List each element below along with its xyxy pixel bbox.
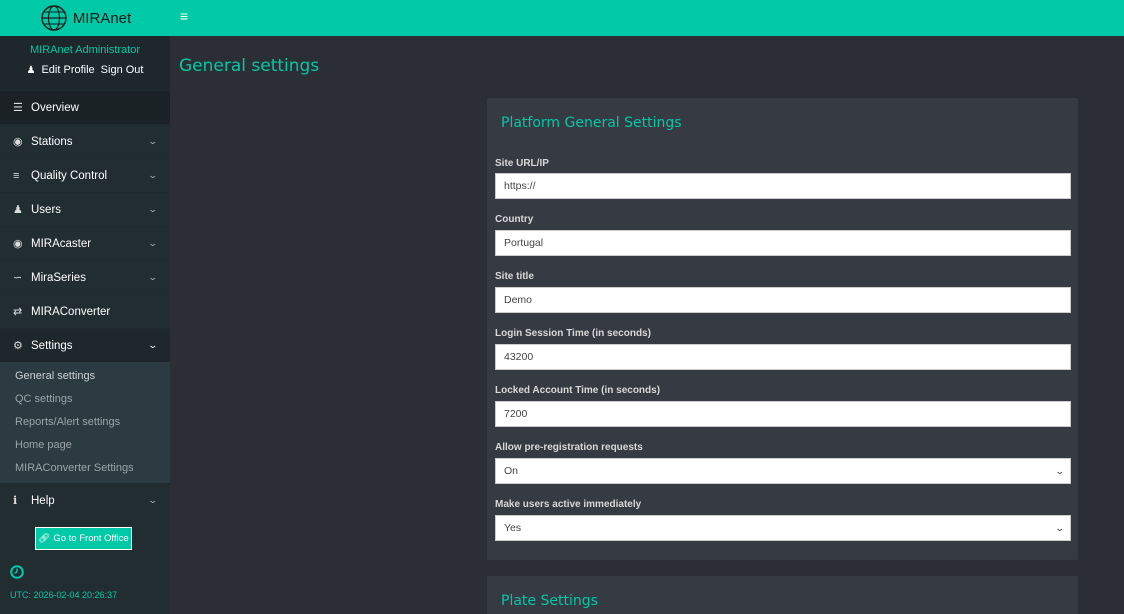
- chevron-down-icon: ⌄: [147, 495, 159, 505]
- card-title: Plate Settings: [501, 593, 598, 609]
- sidebar-item-label: Settings: [31, 339, 73, 352]
- user-icon: ♟: [26, 64, 36, 76]
- country-label: Country: [495, 214, 534, 225]
- chevron-down-icon: ⌄: [147, 170, 159, 180]
- chart-line-icon: ∽: [13, 272, 23, 284]
- sidebar: MIRAnet MIRAnet Administrator ♟ Edit Pro…: [0, 0, 170, 614]
- top-navbar: ≡: [170, 0, 1124, 36]
- plate-settings-card: Plate Settings: [487, 576, 1078, 614]
- sidebar-item-miraconverter[interactable]: ⇄ MIRAConverter: [0, 294, 170, 328]
- allow-pre-registration-label: Allow pre-registration requests: [495, 442, 643, 453]
- login-session-time-label: Login Session Time (in seconds): [495, 328, 651, 339]
- globe-icon: [41, 5, 67, 31]
- sidebar-item-label: MIRAConverter: [31, 305, 111, 318]
- sidebar-item-quality-control[interactable]: ≡ Quality Control ⌄: [0, 158, 170, 192]
- hamburger-menu-icon[interactable]: ≡: [180, 8, 188, 24]
- users-icon: ♟: [13, 204, 23, 216]
- platform-general-settings-card: Platform General Settings Site URL/IP ht…: [487, 98, 1078, 560]
- site-title-input[interactable]: Demo: [495, 287, 1071, 313]
- info-icon: i: [13, 494, 18, 507]
- make-users-active-value: Yes: [504, 522, 522, 534]
- sidebar-item-label: Overview: [31, 101, 79, 114]
- sidebar-item-help[interactable]: i Help ⌄: [0, 483, 170, 517]
- country-input[interactable]: Portugal: [495, 230, 1071, 256]
- country-value: Portugal: [504, 237, 544, 249]
- locked-account-time-label: Locked Account Time (in seconds): [495, 385, 661, 396]
- clock-icon: [10, 565, 24, 579]
- login-session-time-value: 43200: [504, 351, 534, 363]
- chevron-down-icon: ⌄: [147, 272, 159, 282]
- make-users-active-select[interactable]: Yes ⌄: [495, 515, 1071, 541]
- sidebar-item-label: MIRAcaster: [31, 237, 92, 250]
- broadcast-icon: ◉: [13, 238, 23, 250]
- submenu-item-miraconverter-settings[interactable]: MIRAConverter Settings: [0, 456, 170, 479]
- chevron-down-icon: ⌄: [147, 238, 159, 248]
- utc-time: UTC: 2026-02-04 20:26:37: [10, 590, 118, 600]
- allow-pre-registration-select[interactable]: On ⌄: [495, 458, 1071, 484]
- edit-profile-link[interactable]: Edit Profile: [41, 64, 94, 76]
- user-name: MIRAnet Administrator: [29, 44, 141, 56]
- exchange-icon: ⇄: [13, 306, 23, 318]
- sidebar-item-users[interactable]: ♟ Users ⌄: [0, 192, 170, 226]
- brand-logo[interactable]: MIRAnet: [0, 0, 170, 36]
- make-users-active-label: Make users active immediately: [495, 499, 642, 510]
- go-to-front-office-button[interactable]: 🔗︎ Go to Front Office: [35, 527, 132, 550]
- card-title: Platform General Settings: [501, 115, 682, 131]
- sidebar-item-label: Quality Control: [31, 169, 108, 182]
- sidebar-item-miraseries[interactable]: ∽ MiraSeries ⌄: [0, 260, 170, 294]
- list-icon: ☰: [13, 102, 23, 114]
- sidebar-item-label: Stations: [31, 135, 73, 148]
- sidebar-item-miracaster[interactable]: ◉ MIRAcaster ⌄: [0, 226, 170, 260]
- site-url-label: Site URL/IP: [495, 158, 549, 169]
- chevron-down-icon: ⌄: [1054, 466, 1066, 476]
- login-session-time-input[interactable]: 43200: [495, 344, 1071, 370]
- brand-name: MIRAnet: [72, 9, 132, 27]
- chevron-down-icon: ⌄: [1054, 523, 1066, 533]
- submenu-item-reports-alert-settings[interactable]: Reports/Alert settings: [0, 410, 170, 433]
- sidebar-item-settings[interactable]: ⚙ Settings ⌄: [0, 328, 170, 362]
- user-panel: MIRAnet Administrator ♟ Edit Profile Sig…: [0, 36, 170, 90]
- submenu-item-general-settings[interactable]: General settings: [0, 364, 170, 387]
- chevron-down-icon: ⌄: [147, 204, 159, 214]
- gears-icon: ⚙: [13, 340, 23, 352]
- sidebar-item-label: MiraSeries: [31, 271, 86, 284]
- sidebar-item-label: Users: [31, 203, 62, 216]
- sidebar-item-overview[interactable]: ☰ Overview: [0, 90, 170, 124]
- sidebar-item-label: Help: [31, 494, 55, 507]
- chevron-down-icon: ⌄: [147, 340, 159, 350]
- page-title: General settings: [179, 56, 320, 76]
- locked-account-time-input[interactable]: 7200: [495, 401, 1071, 427]
- binoculars-icon: ◉: [13, 136, 23, 148]
- front-office-label: Go to Front Office: [53, 533, 129, 544]
- submenu-item-home-page[interactable]: Home page: [0, 433, 170, 456]
- locked-account-time-value: 7200: [504, 408, 528, 420]
- site-url-input[interactable]: https://: [495, 173, 1071, 199]
- sidebar-item-stations[interactable]: ◉ Stations ⌄: [0, 124, 170, 158]
- sliders-icon: ≡: [13, 169, 20, 182]
- sign-out-link[interactable]: Sign Out: [101, 64, 144, 76]
- chevron-down-icon: ⌄: [147, 136, 159, 146]
- site-title-label: Site title: [495, 271, 534, 282]
- allow-pre-registration-value: On: [504, 465, 519, 477]
- site-title-value: Demo: [504, 294, 533, 306]
- settings-submenu: General settings QC settings Reports/Ale…: [0, 362, 170, 483]
- site-url-value: https://: [504, 180, 536, 192]
- link-icon: 🔗︎: [38, 533, 51, 544]
- submenu-item-qc-settings[interactable]: QC settings: [0, 387, 170, 410]
